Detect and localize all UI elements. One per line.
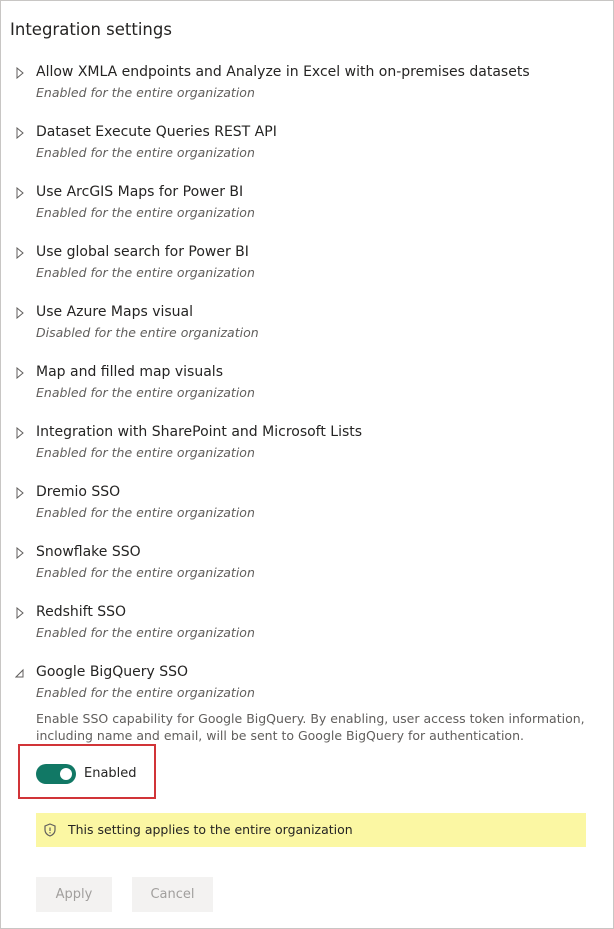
setting-status: Enabled for the entire organization <box>36 445 255 460</box>
chevron-right-icon[interactable] <box>15 607 25 619</box>
setting-title[interactable]: Dataset Execute Queries REST API <box>36 124 277 140</box>
setting-item[interactable]: Redshift SSO Enabled for the entire organ… <box>1 604 613 648</box>
setting-status: Enabled for the entire organization <box>36 145 255 160</box>
setting-item[interactable]: Google BigQuery SSO Enabled for the entir… <box>1 664 613 708</box>
setting-item[interactable]: Dremio SSO Enabled for the entire organiz… <box>1 484 613 528</box>
enabled-toggle[interactable] <box>36 764 76 784</box>
setting-title[interactable]: Snowflake SSO <box>36 544 141 560</box>
toggle-label: Enabled <box>84 766 137 781</box>
setting-status: Enabled for the entire organization <box>36 625 255 640</box>
chevron-right-icon[interactable] <box>15 367 25 379</box>
setting-title[interactable]: Allow XMLA endpoints and Analyze in Exce… <box>36 64 530 80</box>
chevron-right-icon[interactable] <box>15 67 25 79</box>
chevron-right-icon[interactable] <box>15 187 25 199</box>
chevron-right-icon[interactable] <box>15 247 25 259</box>
cancel-button[interactable]: Cancel <box>132 877 213 912</box>
integration-settings-panel: Integration settings Allow XMLA endpoint… <box>0 0 614 929</box>
setting-title[interactable]: Use Azure Maps visual <box>36 304 193 320</box>
setting-status: Enabled for the entire organization <box>36 565 255 580</box>
setting-item[interactable]: Dataset Execute Queries REST API Enabled … <box>1 124 613 168</box>
org-scope-banner: This setting applies to the entire organ… <box>36 813 586 847</box>
section-title: Integration settings <box>10 20 172 39</box>
toggle-knob <box>60 768 72 780</box>
chevron-right-icon[interactable] <box>15 307 25 319</box>
setting-item[interactable]: Snowflake SSO Enabled for the entire orga… <box>1 544 613 588</box>
shield-icon <box>44 823 56 837</box>
setting-title[interactable]: Google BigQuery SSO <box>36 664 188 680</box>
setting-item[interactable]: Use ArcGIS Maps for Power BI Enabled for … <box>1 184 613 228</box>
setting-item[interactable]: Use Azure Maps visual Disabled for the en… <box>1 304 613 348</box>
setting-status: Disabled for the entire organization <box>36 325 259 340</box>
apply-button[interactable]: Apply <box>36 877 112 912</box>
setting-title[interactable]: Dremio SSO <box>36 484 120 500</box>
setting-item[interactable]: Use global search for Power BI Enabled fo… <box>1 244 613 288</box>
chevron-right-icon[interactable] <box>15 487 25 499</box>
setting-title[interactable]: Integration with SharePoint and Microsof… <box>36 424 362 440</box>
chevron-right-icon[interactable] <box>15 427 25 439</box>
chevron-right-icon[interactable] <box>15 127 25 139</box>
banner-text: This setting applies to the entire organ… <box>68 822 353 837</box>
setting-title[interactable]: Map and filled map visuals <box>36 364 223 380</box>
setting-status: Enabled for the entire organization <box>36 85 255 100</box>
setting-title[interactable]: Use ArcGIS Maps for Power BI <box>36 184 243 200</box>
setting-status: Enabled for the entire organization <box>36 505 255 520</box>
setting-status: Enabled for the entire organization <box>36 385 255 400</box>
setting-status: Enabled for the entire organization <box>36 685 255 700</box>
setting-title[interactable]: Use global search for Power BI <box>36 244 249 260</box>
chevron-down-icon[interactable] <box>15 668 25 680</box>
setting-item[interactable]: Map and filled map visuals Enabled for th… <box>1 364 613 408</box>
setting-status: Enabled for the entire organization <box>36 265 255 280</box>
setting-item[interactable]: Allow XMLA endpoints and Analyze in Exce… <box>1 64 613 108</box>
setting-item[interactable]: Integration with SharePoint and Microsof… <box>1 424 613 468</box>
chevron-right-icon[interactable] <box>15 547 25 559</box>
setting-status: Enabled for the entire organization <box>36 205 255 220</box>
setting-title[interactable]: Redshift SSO <box>36 604 126 620</box>
setting-description: Enable SSO capability for Google BigQuer… <box>36 711 585 743</box>
